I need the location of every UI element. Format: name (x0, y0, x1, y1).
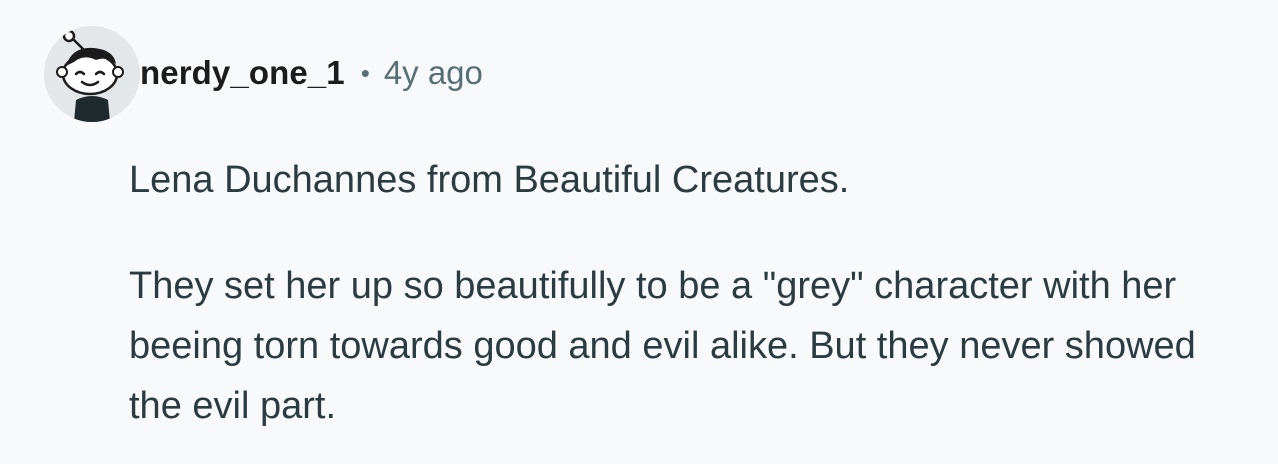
author-username[interactable]: nerdy_one_1 (140, 54, 345, 92)
comment-meta: nerdy_one_1 • 4y ago (140, 54, 483, 92)
comment-paragraph: They set her up so beautifully to be a "… (129, 265, 1196, 427)
comment-paragraph: Lena Duchannes from Beautiful Creatures. (129, 159, 850, 201)
snoo-avatar-icon[interactable] (44, 26, 140, 122)
comment: nerdy_one_1 • 4y ago Lena Duchannes from… (0, 0, 1278, 464)
meta-separator: • (360, 57, 370, 88)
comment-header: nerdy_one_1 • 4y ago (44, 26, 483, 122)
comment-timestamp[interactable]: 4y ago (384, 54, 483, 92)
comment-body: Lena Duchannes from Beautiful Creatures.… (129, 150, 1259, 436)
